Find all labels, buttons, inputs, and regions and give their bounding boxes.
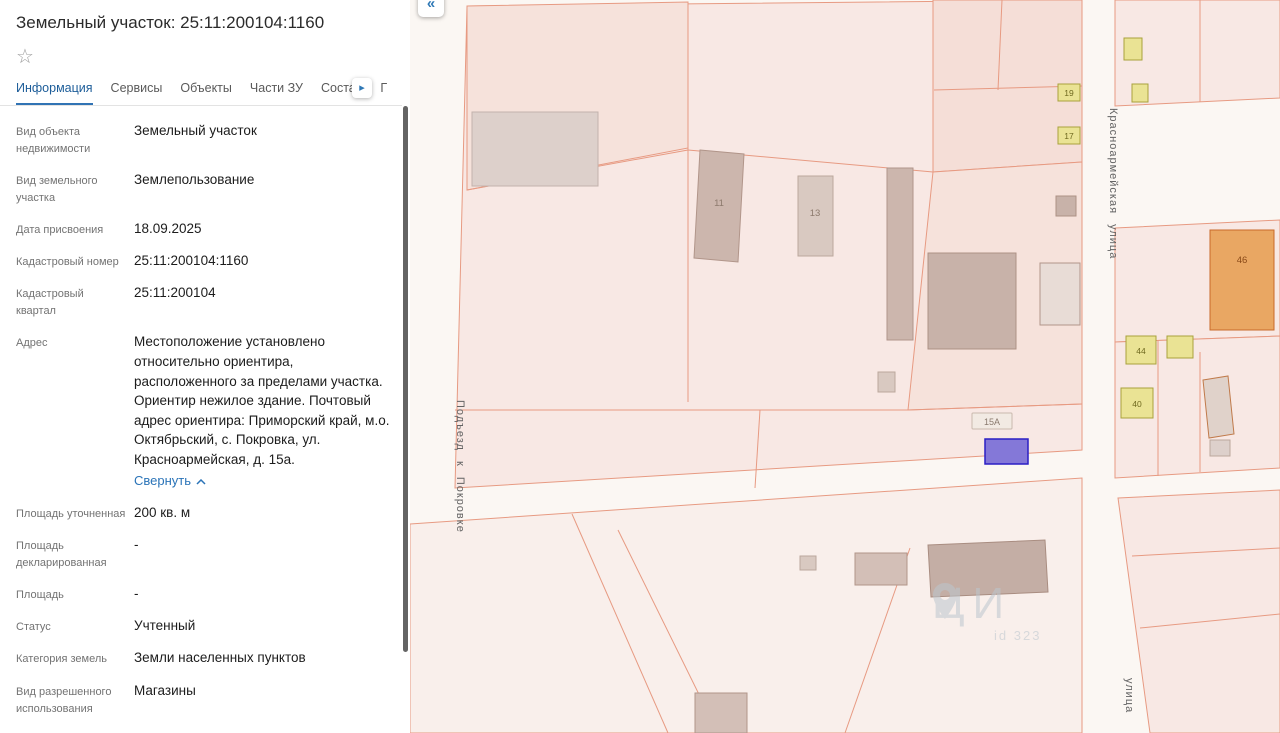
tab-information[interactable]: Информация bbox=[16, 81, 93, 106]
field-row-area-refined: Площадь уточненная 200 кв. м bbox=[16, 503, 390, 523]
building-number-46: 46 bbox=[1237, 255, 1248, 266]
building bbox=[1202, 375, 1235, 439]
field-label: Вид земельного участка bbox=[16, 175, 98, 205]
field-value: 25:11:200104 bbox=[134, 285, 216, 301]
map-area[interactable]: « 15А 11 13 19 17 44 40 46 Подъезд к Пок… bbox=[410, 0, 1280, 733]
field-value: 25:11:200104:1160 bbox=[134, 253, 249, 269]
field-value: Местоположение установлено относительно … bbox=[134, 332, 390, 491]
field-label: Вид разрешенного использования bbox=[16, 685, 112, 715]
field-value: Земельный участок bbox=[134, 123, 257, 139]
field-label: Площадь декларированная bbox=[16, 540, 107, 570]
building bbox=[877, 371, 896, 393]
panel-collapse-icon[interactable]: « bbox=[418, 0, 444, 17]
field-label: Статус bbox=[16, 621, 51, 634]
parcel-label-15a: 15А bbox=[984, 417, 1000, 427]
field-value: - bbox=[134, 537, 139, 553]
collapse-label: Свернуть bbox=[134, 473, 192, 489]
favorite-row: ☆ bbox=[0, 34, 410, 70]
page-title: Земельный участок: 25:11:200104:1160 bbox=[16, 13, 325, 32]
building bbox=[886, 167, 914, 341]
object-info-panel: Земельный участок: 25:11:200104:1160 ☆ И… bbox=[0, 0, 410, 733]
field-row-parcel-kind: Вид земельного участка Землепользование bbox=[16, 170, 390, 207]
panel-tabs: Информация Сервисы Объекты Части ЗУ Сост… bbox=[0, 70, 402, 107]
cadastral-map-app: Земельный участок: 25:11:200104:1160 ☆ И… bbox=[0, 0, 1280, 733]
field-row-address: Адрес Местоположение установлено относит… bbox=[16, 332, 390, 491]
field-row-permitted-use: Вид разрешенного использования Магазины bbox=[16, 681, 390, 718]
field-row-area-declared: Площадь декларированная - bbox=[16, 535, 390, 572]
building bbox=[1123, 37, 1143, 61]
building bbox=[1039, 262, 1081, 326]
street-label-podezd-k-pokrovke: Подъезд к Покровке bbox=[454, 400, 466, 533]
building-number-17: 17 bbox=[1064, 131, 1074, 141]
tab-parcel-parts[interactable]: Части ЗУ bbox=[250, 81, 303, 105]
field-value: Учтенный bbox=[134, 618, 196, 634]
field-row-cadastral-block: Кадастровый квартал 25:11:200104 bbox=[16, 283, 390, 320]
map-canvas[interactable]: 15А 11 13 19 17 44 40 46 Подъезд к Покро… bbox=[410, 0, 1280, 733]
building-number-40: 40 bbox=[1132, 399, 1142, 409]
field-label: Кадастровый номер bbox=[16, 256, 119, 269]
street-label-ulitsa: улица bbox=[1123, 678, 1135, 713]
building bbox=[1055, 195, 1077, 217]
field-row-assignment-date: Дата присвоения 18.09.2025 bbox=[16, 219, 390, 239]
field-row-area: Площадь - bbox=[16, 584, 390, 604]
selected-parcel[interactable] bbox=[984, 438, 1029, 465]
field-label: Площадь уточненная bbox=[16, 508, 126, 521]
tab-objects[interactable]: Объекты bbox=[180, 81, 232, 105]
building-number-44: 44 bbox=[1136, 346, 1146, 356]
field-value: 18.09.2025 bbox=[134, 221, 202, 237]
field-value: Землепользование bbox=[134, 172, 255, 188]
building-number-11: 11 bbox=[714, 198, 724, 209]
field-value: - bbox=[134, 586, 139, 602]
tab-next-partial[interactable]: Г bbox=[380, 81, 387, 105]
building bbox=[1209, 439, 1231, 457]
field-label: Категория земель bbox=[16, 653, 107, 666]
field-row-object-kind: Вид объекта недвижимости Земельный участ… bbox=[16, 121, 390, 158]
field-label: Адрес bbox=[16, 337, 48, 350]
field-value: Земли населенных пунктов bbox=[134, 650, 306, 666]
field-row-status: Статус Учтенный bbox=[16, 616, 390, 636]
field-value: 200 кв. м bbox=[134, 505, 191, 521]
field-label: Кадастровый квартал bbox=[16, 288, 84, 318]
address-collapse-link[interactable]: Свернуть bbox=[134, 472, 206, 491]
address-text: Местоположение установлено относительно … bbox=[134, 334, 390, 467]
building bbox=[694, 692, 748, 733]
building bbox=[854, 552, 908, 586]
building bbox=[1131, 83, 1149, 103]
tab-services[interactable]: Сервисы bbox=[111, 81, 163, 105]
building-46[interactable] bbox=[1209, 229, 1275, 331]
building bbox=[1166, 335, 1194, 359]
building-number-19: 19 bbox=[1064, 88, 1074, 98]
building bbox=[799, 555, 817, 571]
field-label: Вид объекта недвижимости bbox=[16, 126, 91, 156]
field-value: Магазины bbox=[134, 682, 196, 698]
favorite-star-icon[interactable]: ☆ bbox=[16, 47, 34, 67]
building bbox=[927, 252, 1017, 350]
fields-list: Вид объекта недвижимости Земельный участ… bbox=[0, 106, 410, 718]
building bbox=[471, 111, 599, 187]
field-label: Дата присвоения bbox=[16, 224, 104, 237]
field-row-land-category: Категория земель Земли населенных пункто… bbox=[16, 648, 390, 668]
field-label: Площадь bbox=[16, 589, 64, 602]
building-number-13: 13 bbox=[810, 208, 821, 219]
tabs-scroll-right-icon[interactable]: ▸ bbox=[352, 78, 372, 99]
street-label-krasnoarmeyskaya: Красноармейская улица bbox=[1107, 108, 1119, 259]
chevron-up-icon bbox=[196, 478, 206, 485]
field-row-cadastral-number: Кадастровый номер 25:11:200104:1160 bbox=[16, 251, 390, 271]
building bbox=[927, 539, 1049, 598]
panel-scrollbar[interactable] bbox=[403, 106, 408, 652]
